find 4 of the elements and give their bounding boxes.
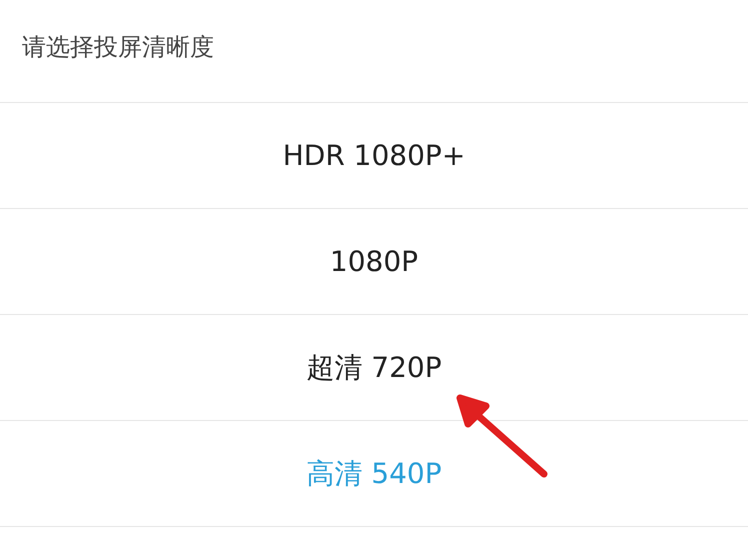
dialog-title: 请选择投屏清晰度 bbox=[22, 32, 214, 63]
resolution-option[interactable]: 超清 720P bbox=[306, 348, 442, 386]
resolution-option[interactable]: 1080P bbox=[330, 245, 418, 278]
resolution-option[interactable]: HDR 1080P+ bbox=[282, 139, 466, 172]
